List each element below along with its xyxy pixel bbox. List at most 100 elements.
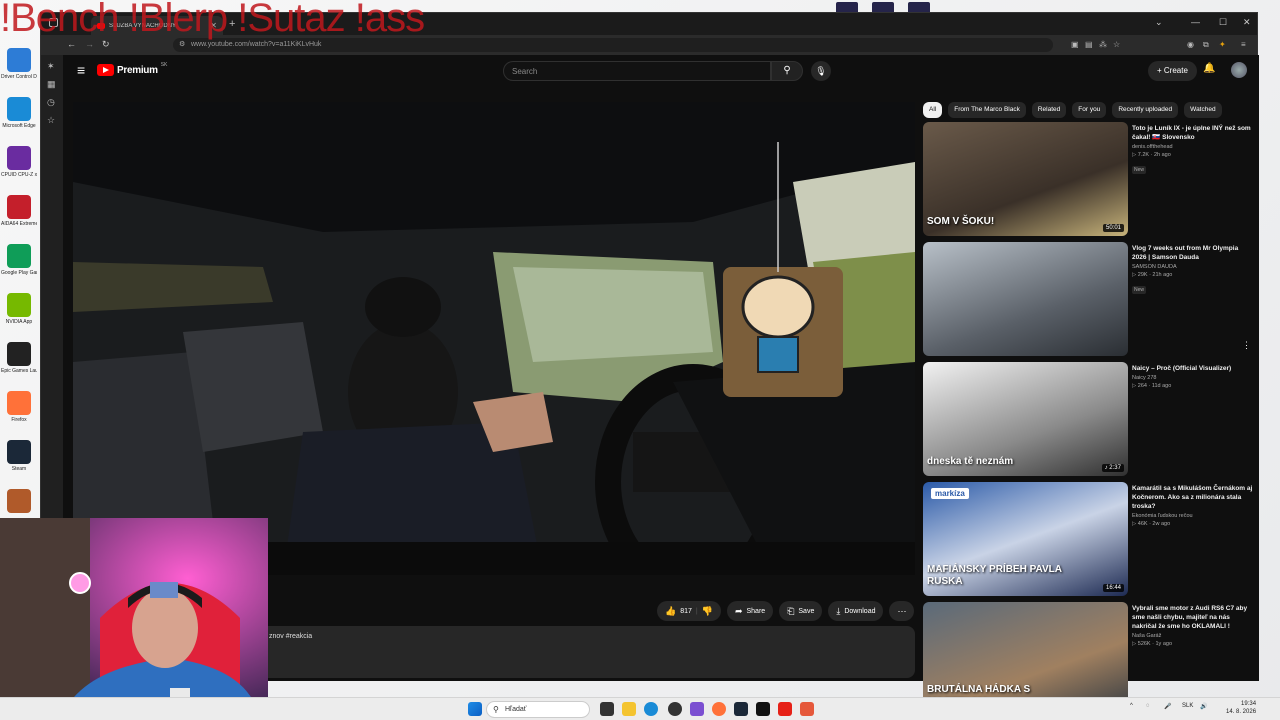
video-title[interactable]: Kamarátil sa s Mikulášom Černákom aj Koč… xyxy=(1132,484,1254,511)
desktop-shortcut-label: AIDA64 Extreme xyxy=(1,221,37,227)
video-player[interactable] xyxy=(73,102,915,575)
youtube-icon[interactable] xyxy=(778,702,792,716)
video-title[interactable]: Naicy – Proč (Official Visualizer) xyxy=(1132,364,1254,373)
app-icon[interactable] xyxy=(690,702,704,716)
terminal-icon[interactable] xyxy=(756,702,770,716)
desktop-shortcut[interactable]: NVIDIA App xyxy=(0,293,38,342)
download-button[interactable]: ⤓ Download xyxy=(828,601,884,621)
video-title[interactable]: Vlog 7 weeks out from Mr Olympia 2026 | … xyxy=(1132,244,1254,262)
minimize-icon[interactable]: — xyxy=(1191,17,1200,27)
taskbar-search-input[interactable]: ⚲ Hľadať xyxy=(486,701,590,718)
channel-name[interactable]: Naša Garáž xyxy=(1132,633,1254,639)
app-icon xyxy=(7,489,31,513)
microphone-tray-icon[interactable]: 🎤 xyxy=(1164,703,1171,710)
desktop-shortcut[interactable]: Epic Games Launcher xyxy=(0,342,38,391)
search-icon[interactable]: ⚲ xyxy=(771,61,803,81)
channel-name[interactable]: SAMSON DAUDA xyxy=(1132,264,1254,270)
youtube-logo[interactable]: Premium SK xyxy=(97,62,167,76)
share-label: Share xyxy=(746,607,766,615)
menu-icon[interactable]: ≡ xyxy=(1241,40,1246,49)
close-window-icon[interactable]: ✕ xyxy=(1243,17,1251,28)
tab-search-icon[interactable]: ⌄ xyxy=(1155,17,1163,28)
thumb-down-icon[interactable]: 👎 xyxy=(702,606,713,617)
sidebar-star-icon[interactable]: ✶ xyxy=(47,61,55,72)
start-windows-icon[interactable] xyxy=(468,702,482,716)
task-view-icon[interactable] xyxy=(600,702,614,716)
video-meta: Vlog 7 weeks out from Mr Olympia 2026 | … xyxy=(1132,244,1254,296)
desktop-shortcut[interactable]: CPUID CPU-Z x64 xyxy=(0,146,38,195)
recommended-video[interactable]: dneska tě neznám ♪ 2:37 Naicy – Proč (Offi… xyxy=(923,362,1253,476)
like-button[interactable]: 👍 817 | 👎 xyxy=(657,601,721,621)
sidebar-history-icon[interactable]: ◷ xyxy=(47,97,55,108)
create-button[interactable]: + Create xyxy=(1148,61,1197,81)
sidebar-bookmarks-icon[interactable]: ☆ xyxy=(47,115,55,126)
desktop-shortcut[interactable]: Google Play Games xyxy=(0,244,38,293)
edge-icon[interactable] xyxy=(644,702,658,716)
picture-icon[interactable]: ▤ xyxy=(1085,40,1093,49)
filter-chip[interactable]: Recently uploaded xyxy=(1112,102,1179,118)
filter-chip[interactable]: All xyxy=(923,102,943,118)
more-vertical-icon[interactable]: ⋮ xyxy=(1242,340,1251,351)
recommended-video[interactable]: SOM V ŠOKU! 50:01 Toto je Luník IX - je úp… xyxy=(923,122,1253,236)
desktop-shortcut[interactable]: Steam xyxy=(0,440,38,489)
save-button[interactable]: ⎗ Save xyxy=(779,601,823,621)
extensions-icon[interactable]: ⧉ xyxy=(1203,40,1209,50)
video-thumbnail[interactable] xyxy=(923,242,1128,356)
firefox-icon[interactable] xyxy=(712,702,726,716)
video-title[interactable]: Vybrali sme motor z Audi RS6 C7 aby sme … xyxy=(1132,604,1254,631)
notifications-bell-icon[interactable]: 🔔 xyxy=(1203,63,1215,74)
clock[interactable]: 19:34 14. 8. 2026 xyxy=(1226,700,1256,716)
recommended-video[interactable]: Vlog 7 weeks out from Mr Olympia 2026 | … xyxy=(923,242,1253,356)
video-meta: Toto je Luník IX - je úplne INÝ než som … xyxy=(1132,124,1254,176)
filter-chip[interactable]: For you xyxy=(1072,102,1107,118)
maximize-icon[interactable]: ☐ xyxy=(1219,17,1227,28)
screen-cast-icon[interactable]: ▣ xyxy=(1071,40,1079,49)
share-button[interactable]: ➦ Share xyxy=(726,601,774,621)
youtube-play-icon xyxy=(97,64,114,76)
translate-icon[interactable]: ⁂ xyxy=(1099,40,1107,49)
clock-time: 19:34 xyxy=(1241,701,1257,707)
guide-menu-icon[interactable]: ≡ xyxy=(77,62,85,78)
search-input[interactable]: Search xyxy=(503,61,771,81)
channel-name[interactable]: Naicy 278 xyxy=(1132,375,1254,381)
video-thumbnail[interactable]: dneska tě neznám ♪ 2:37 xyxy=(923,362,1128,476)
extension-icon[interactable]: ✦ xyxy=(1219,40,1226,49)
video-stats: ▷ 29K · 21h ago xyxy=(1132,272,1173,278)
filter-chips: All From The Marco Black Related For you Rec… xyxy=(923,102,1222,118)
channel-name[interactable]: denis.offthehead xyxy=(1132,144,1254,150)
filter-chip[interactable]: Related xyxy=(1031,102,1067,118)
video-stats: ▷ 7.2K · 2h ago xyxy=(1132,152,1171,158)
sidebar-reading-icon[interactable]: ▦ xyxy=(47,79,56,90)
show-hidden-icons-icon[interactable]: ^ xyxy=(1130,703,1133,709)
aida64-icon xyxy=(7,195,31,219)
file-explorer-icon[interactable] xyxy=(622,702,636,716)
video-duration: 16:44 xyxy=(1102,584,1124,592)
obs-icon[interactable] xyxy=(668,702,682,716)
filter-chip[interactable]: Watched xyxy=(1184,102,1222,118)
network-icon[interactable]: ◌ xyxy=(1146,703,1150,709)
site-info-icon[interactable]: ⚙ xyxy=(179,40,185,48)
video-title[interactable]: Toto je Luník IX - je úplne INÝ než som … xyxy=(1132,124,1254,142)
video-thumbnail[interactable]: markíza MAFIÁNSKY PRÍBEH PAVLA RUSKA 16:44 xyxy=(923,482,1128,596)
account-avatar[interactable] xyxy=(1231,62,1247,78)
create-label: Create xyxy=(1163,66,1188,75)
profile-icon[interactable]: ◉ xyxy=(1187,40,1194,49)
bookmark-star-icon[interactable]: ☆ xyxy=(1113,40,1120,49)
desktop-shortcut[interactable]: AIDA64 Extreme xyxy=(0,195,38,244)
steam-icon[interactable] xyxy=(734,702,748,716)
filter-chip[interactable]: From The Marco Black xyxy=(948,102,1026,118)
volume-icon[interactable]: 🔊 xyxy=(1200,703,1207,710)
desktop-shortcut[interactable]: Microsoft Edge xyxy=(0,97,38,146)
desktop-shortcut[interactable]: Driver Control Dashboard xyxy=(0,48,38,97)
recommended-video[interactable]: markíza MAFIÁNSKY PRÍBEH PAVLA RUSKA 16:44… xyxy=(923,482,1253,596)
video-thumbnail[interactable]: SOM V ŠOKU! 50:01 xyxy=(923,122,1128,236)
more-actions-button[interactable]: ⋯ xyxy=(889,601,915,621)
video-meta: Naicy – Proč (Official Visualizer) Naicy … xyxy=(1132,364,1254,389)
language-indicator[interactable]: SLK xyxy=(1182,703,1193,709)
desktop-shortcut[interactable]: Firefox xyxy=(0,391,38,440)
microphone-icon[interactable]: 🎙 xyxy=(811,61,831,81)
new-badge: New xyxy=(1132,286,1147,294)
desktop-shortcut-label: Epic Games Launcher xyxy=(1,368,37,374)
channel-name[interactable]: Ekonómia ľudskou rečou xyxy=(1132,513,1254,519)
brave-icon[interactable] xyxy=(800,702,814,716)
